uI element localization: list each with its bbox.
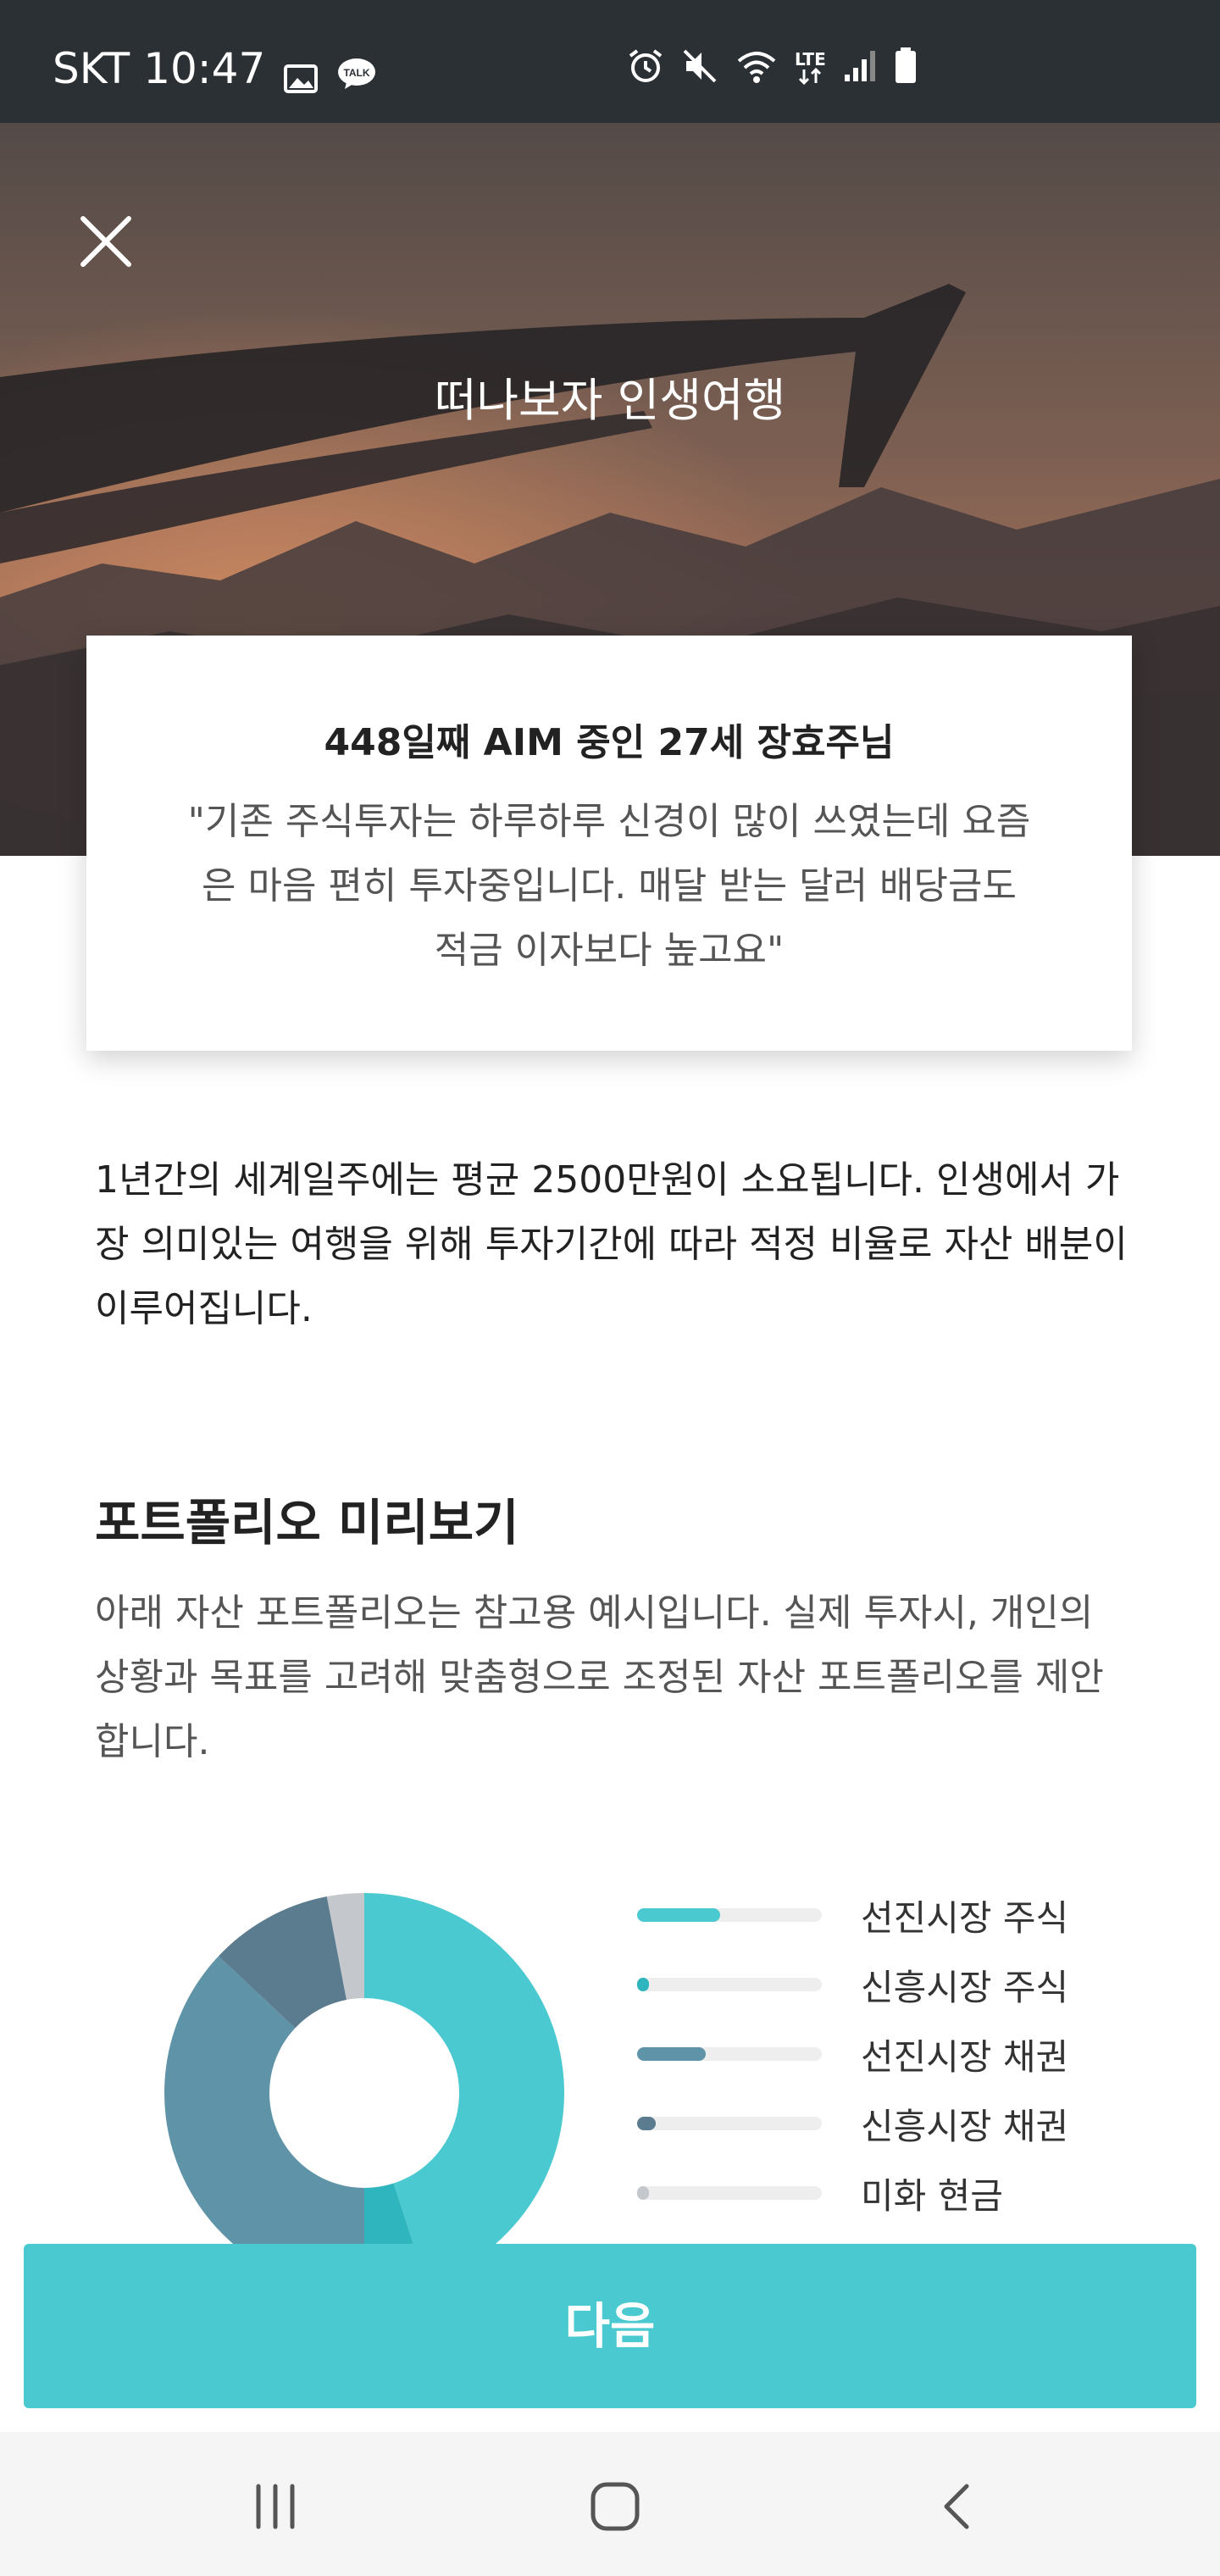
status-right: LTE: [627, 47, 918, 88]
legend-item: 선진시장 주식: [637, 1897, 1068, 1939]
legend-bar-fill: [637, 1978, 649, 1991]
legend-label: 선진시장 채권: [861, 2035, 1069, 2078]
legend-item: 선진시장 채권: [637, 2036, 1068, 2078]
recent-apps-icon[interactable]: [241, 2473, 309, 2540]
svg-text:TALK: TALK: [344, 67, 370, 79]
testimonial-name: 448일째 AIM 중인 27세 장효주님: [324, 721, 895, 764]
status-bar: SKT 10:47 TALK LTE: [0, 0, 1220, 123]
kakaotalk-icon: TALK: [336, 52, 377, 89]
hero-title: 떠나보자 인생여행: [434, 374, 786, 427]
clock: 10:47: [143, 44, 266, 93]
legend-bar-track: [637, 2117, 822, 2130]
legend-bar-fill: [637, 2186, 649, 2200]
legend-item: 미화 현금: [637, 2175, 1003, 2217]
alarm-icon: [627, 47, 664, 88]
testimonial-quote: "기존 주식투자는 하루하루 신경이 많이 쓰였는데 요즘은 마음 편히 투자중…: [187, 800, 1031, 972]
legend-bar-track: [637, 2047, 822, 2061]
mute-icon: [681, 47, 718, 88]
testimonial-card: 448일째 AIM 중인 27세 장효주님 "기존 주식투자는 하루하루 신경이…: [86, 636, 1132, 1051]
legend-item: 신흥시장 주식: [637, 1967, 1068, 2008]
legend-label: 신흥시장 주식: [861, 1966, 1069, 2008]
battery-icon: [894, 47, 918, 88]
status-left: SKT 10:47 TALK: [53, 44, 377, 93]
donut-slice-3: [164, 1956, 364, 2293]
signal-icon: [843, 49, 877, 86]
system-nav-bar: [0, 2432, 1220, 2576]
legend-label: 신흥시장 채권: [861, 2105, 1069, 2147]
legend-bar-track: [637, 1908, 822, 1922]
legend-label: 선진시장 주식: [861, 1896, 1069, 1939]
legend-bar-fill: [637, 2047, 706, 2061]
legend-bar-track: [637, 2186, 822, 2200]
back-icon[interactable]: [923, 2473, 991, 2540]
carrier-label: SKT: [53, 44, 130, 93]
close-icon[interactable]: [76, 212, 136, 271]
legend-bar-track: [637, 1978, 822, 1991]
intro-text: 1년간의 세계일주에는 평균 2500만원이 소요됩니다. 인생에서 가장 의미…: [95, 1158, 1128, 1330]
lte-icon: LTE: [795, 51, 826, 85]
wifi-icon: [735, 47, 778, 88]
portfolio-donut-chart: [164, 1893, 564, 2293]
legend-item: 신흥시장 채권: [637, 2106, 1068, 2147]
portfolio-description: 아래 자산 포트폴리오는 참고용 예시입니다. 실제 투자시, 개인의 상황과 …: [95, 1591, 1104, 1763]
legend-label: 미화 현금: [861, 2174, 1003, 2217]
legend-bar-fill: [637, 1908, 721, 1922]
portfolio-title: 포트폴리오 미리보기: [95, 1494, 519, 1552]
next-button[interactable]: 다음: [24, 2244, 1196, 2408]
gallery-icon: [284, 54, 319, 93]
home-icon[interactable]: [581, 2473, 649, 2540]
legend-bar-fill: [637, 2117, 656, 2130]
